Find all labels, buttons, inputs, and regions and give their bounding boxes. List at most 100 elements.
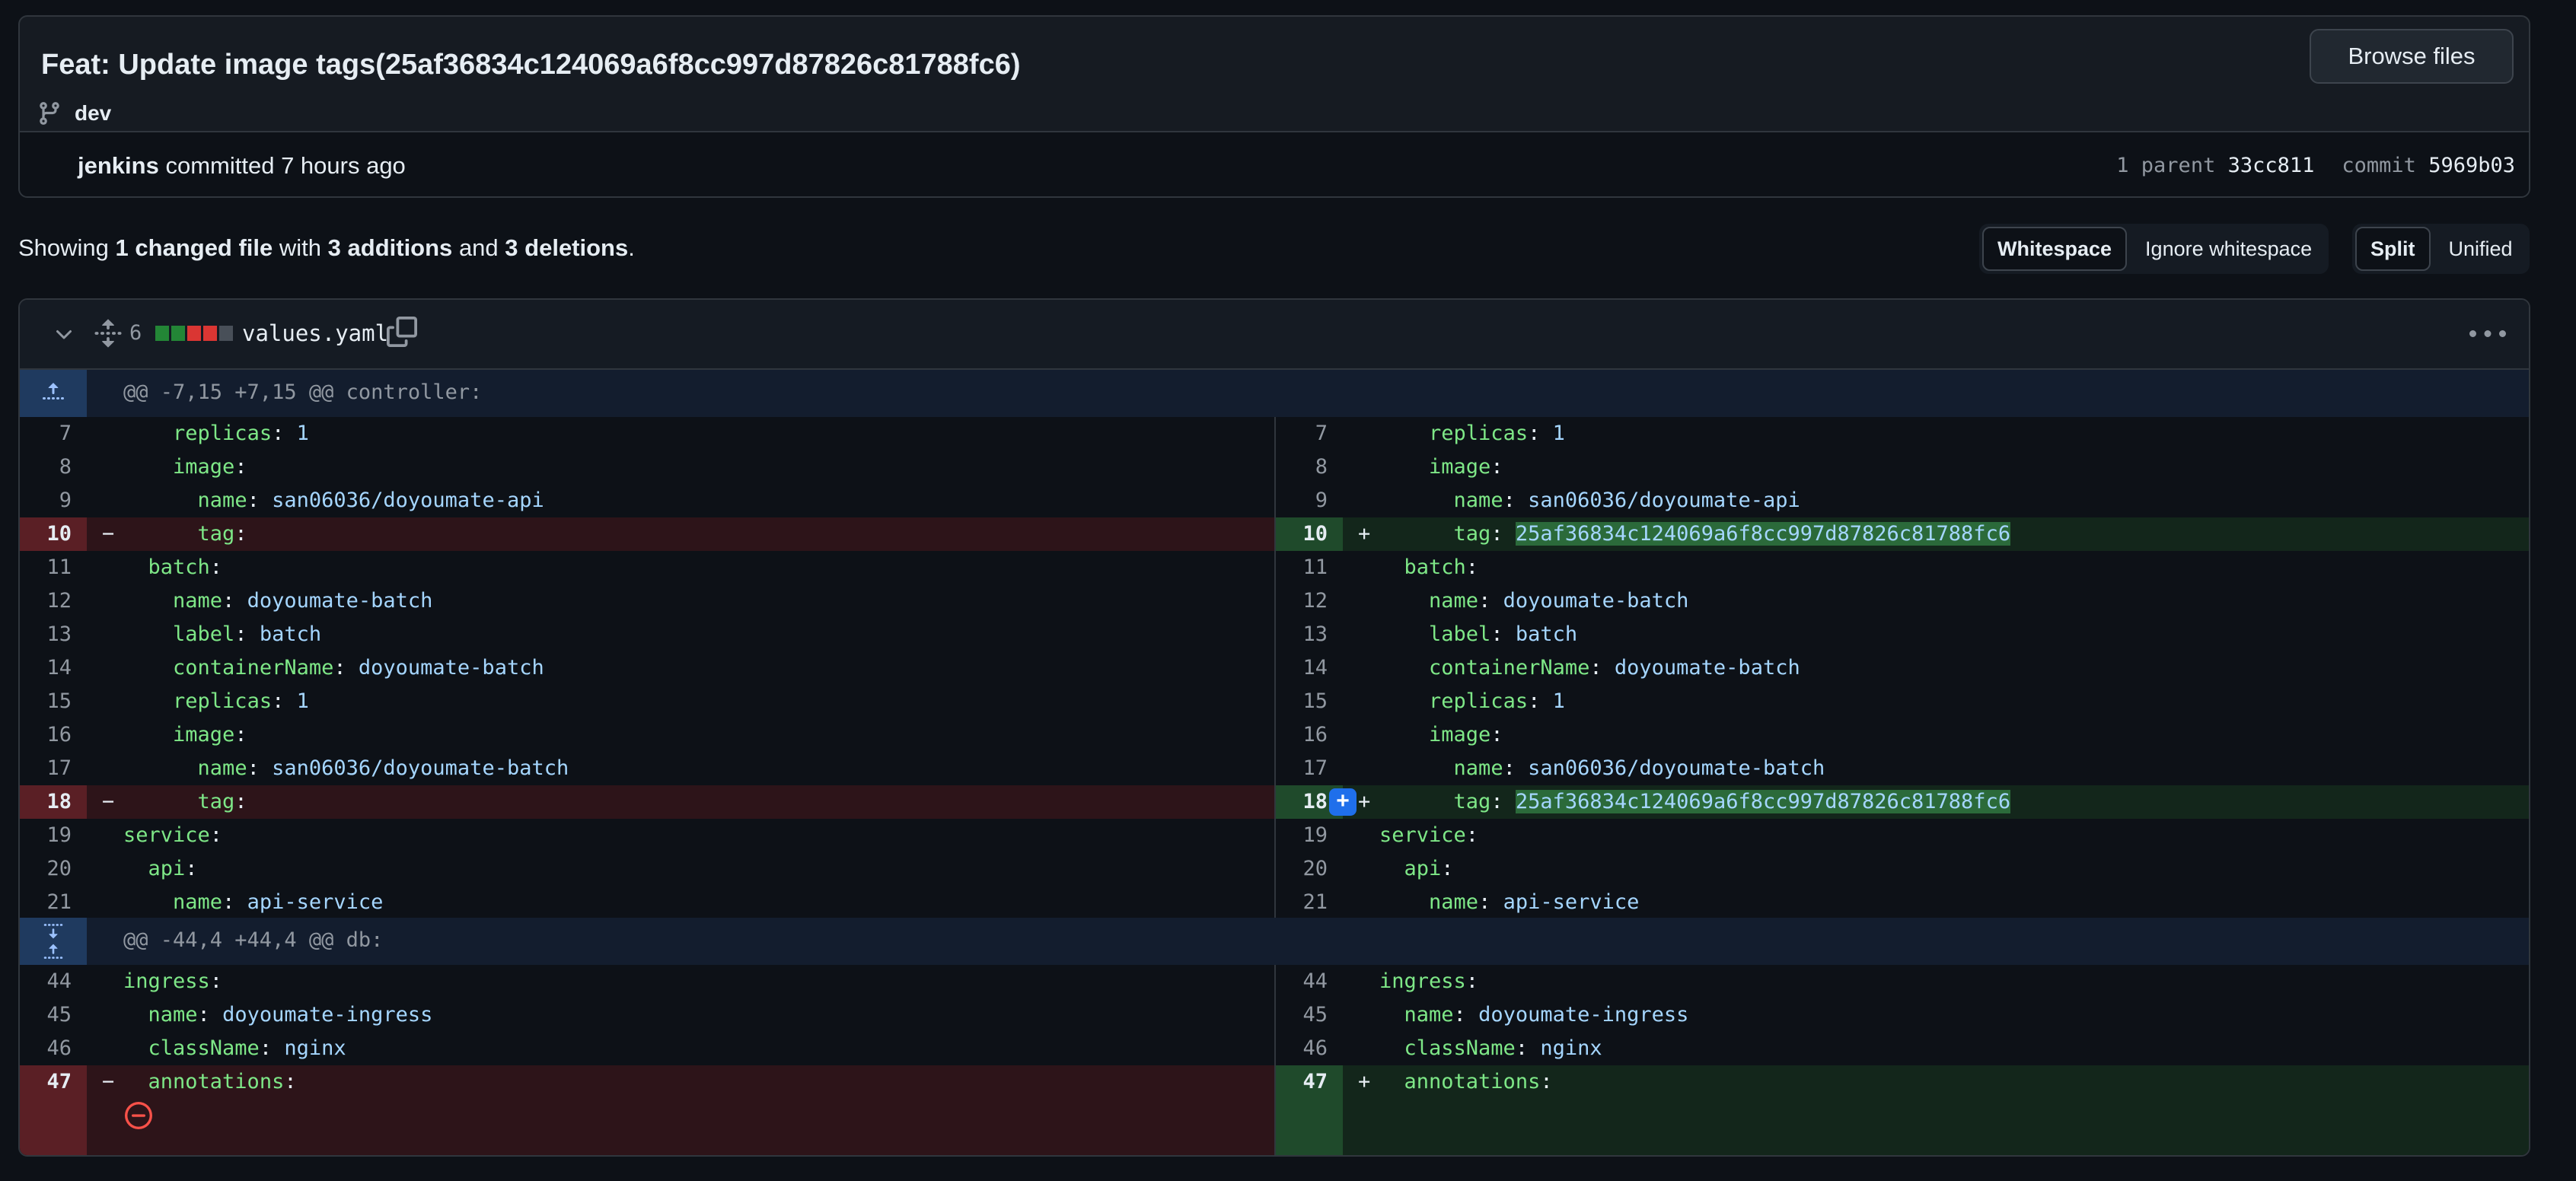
diff-line-old[interactable]: 20 api: (20, 852, 1274, 886)
line-number[interactable]: 16 (20, 718, 87, 752)
line-number[interactable]: 15 (20, 685, 87, 718)
line-number[interactable]: 11 (20, 551, 87, 584)
line-number[interactable]: 14 (1276, 651, 1343, 685)
line-number[interactable]: 44 (1276, 965, 1343, 998)
line-number[interactable]: 9 (1276, 484, 1343, 517)
line-number[interactable]: 19 (1276, 819, 1343, 852)
diff-line-old[interactable]: 11 batch: (20, 551, 1274, 584)
line-number[interactable]: 20 (20, 852, 87, 886)
diff-line-old[interactable]: 45 name: doyoumate-ingress (20, 998, 1274, 1032)
yaml-colon: : (1478, 589, 1491, 613)
line-number[interactable]: 19 (20, 819, 87, 852)
line-number[interactable]: 14 (20, 651, 87, 685)
diff-line-old[interactable]: 14 containerName: doyoumate-batch (20, 651, 1274, 685)
line-number[interactable]: 46 (20, 1032, 87, 1065)
line-number[interactable]: 16 (1276, 718, 1343, 752)
line-number[interactable]: 45 (20, 998, 87, 1032)
line-number[interactable]: 8 (1276, 450, 1343, 484)
line-number[interactable]: 21 (20, 886, 87, 919)
author-name[interactable]: jenkins (78, 152, 159, 179)
diff-line-old[interactable]: 19 service: (20, 819, 1274, 852)
commit-shas: 1 parent 33cc811 commit 5969b03 (2116, 154, 2515, 177)
ignore-whitespace-option[interactable]: Ignore whitespace (2131, 227, 2326, 271)
diff-line-new[interactable]: 46 className: nginx (1276, 1032, 2529, 1065)
diff-line-new[interactable]: 9 name: san06036/doyoumate-api (1276, 484, 2529, 517)
whitespace-option[interactable]: Whitespace (1982, 227, 2128, 271)
diff-line-old[interactable]: 18− tag: (20, 785, 1274, 819)
diff-line-old[interactable]: 8 image: (20, 450, 1274, 484)
diff-line-new[interactable]: 14 containerName: doyoumate-batch (1276, 651, 2529, 685)
line-number[interactable]: 17 (1276, 752, 1343, 785)
diff-line-new[interactable]: 19 service: (1276, 819, 2529, 852)
line-number[interactable]: 13 (1276, 618, 1343, 651)
expand-both-button[interactable] (20, 918, 87, 965)
diff-line-old[interactable]: 47− annotations: (20, 1065, 1274, 1099)
line-number[interactable]: 15 (1276, 685, 1343, 718)
line-number[interactable]: 7 (1276, 417, 1343, 450)
kebab-menu-icon[interactable] (2469, 317, 2506, 353)
parent-sha[interactable]: 33cc811 (2228, 154, 2315, 177)
diff-line-new[interactable]: 44 ingress: (1276, 965, 2529, 998)
line-number[interactable]: 9 (20, 484, 87, 517)
diff-line-new[interactable]: 15 replicas: 1 (1276, 685, 2529, 718)
diff-line-old[interactable]: 17 name: san06036/doyoumate-batch (20, 752, 1274, 785)
line-number[interactable]: 20 (1276, 852, 1343, 886)
diff-row: 14 containerName: doyoumate-batch 14 cont… (20, 651, 2529, 685)
code-text: tag: (123, 517, 247, 551)
diff-line-new[interactable]: 20 api: (1276, 852, 2529, 886)
browse-files-button[interactable]: Browse files (2310, 29, 2514, 84)
diff-line-new[interactable]: 17 name: san06036/doyoumate-batch (1276, 752, 2529, 785)
yaml-key: name (1453, 756, 1503, 780)
file-name[interactable]: values.yaml (242, 320, 388, 346)
diff-line-new[interactable]: 8 image: (1276, 450, 2529, 484)
add-comment-button[interactable]: + (1329, 788, 1357, 816)
diff-line-new[interactable]: 45 name: doyoumate-ingress (1276, 998, 2529, 1032)
line-number[interactable]: 21 (1276, 886, 1343, 919)
diff-line-old[interactable]: 12 name: doyoumate-batch (20, 584, 1274, 618)
expand-all-icon[interactable] (93, 318, 123, 349)
summary-end: . (628, 234, 635, 261)
diff-line-old[interactable]: 10− tag: (20, 517, 1274, 551)
unified-view-option[interactable]: Unified (2435, 227, 2527, 271)
line-number[interactable]: 47 (1276, 1065, 1343, 1099)
diff-line-old[interactable]: 9 name: san06036/doyoumate-api (20, 484, 1274, 517)
line-number[interactable]: 44 (20, 965, 87, 998)
split-view-option[interactable]: Split (2355, 227, 2431, 271)
diff-line-old[interactable]: 44 ingress: (20, 965, 1274, 998)
copy-icon[interactable] (387, 317, 417, 347)
line-number[interactable]: 17 (20, 752, 87, 785)
diff-line-old[interactable]: 46 className: nginx (20, 1032, 1274, 1065)
diff-line-new[interactable]: 16 image: (1276, 718, 2529, 752)
diff-line-new[interactable]: 47 + annotations: (1276, 1065, 2529, 1099)
line-number[interactable]: 47 (20, 1065, 87, 1099)
line-number[interactable]: 12 (1276, 584, 1343, 618)
branch-name[interactable]: dev (75, 101, 111, 126)
line-number[interactable]: 12 (20, 584, 87, 618)
diff-line-new[interactable]: 13 label: batch (1276, 618, 2529, 651)
diff-line-new[interactable]: 12 name: doyoumate-batch (1276, 584, 2529, 618)
line-number[interactable]: 11 (1276, 551, 1343, 584)
line-number[interactable]: 10 (1276, 517, 1343, 551)
line-number[interactable]: 7 (20, 417, 87, 450)
yaml-key: tag (1453, 790, 1491, 813)
expand-up-button[interactable] (20, 370, 87, 417)
diff-line-new[interactable]: 10 + tag: 25af36834c124069a6f8cc997d87826… (1276, 517, 2529, 551)
code-text: image: (123, 450, 247, 484)
line-number[interactable]: 10 (20, 517, 87, 551)
diff-line-new[interactable]: 7 replicas: 1 (1276, 417, 2529, 450)
diff-line-new[interactable]: 18 + tag: 25af36834c124069a6f8cc997d87826… (1276, 785, 2529, 819)
diff-line-new[interactable]: 21 name: api-service (1276, 886, 2529, 919)
diff-line-old[interactable]: 21 name: api-service (20, 886, 1274, 919)
line-number[interactable]: 45 (1276, 998, 1343, 1032)
line-number[interactable]: 13 (20, 618, 87, 651)
diff-line-old[interactable]: 7 replicas: 1 (20, 417, 1274, 450)
chevron-down-icon[interactable] (52, 323, 76, 347)
line-number[interactable]: 46 (1276, 1032, 1343, 1065)
diff-line-old[interactable]: 15 replicas: 1 (20, 685, 1274, 718)
branch-info[interactable]: dev (37, 100, 111, 126)
diff-line-old[interactable]: 16 image: (20, 718, 1274, 752)
diff-line-old[interactable]: 13 label: batch (20, 618, 1274, 651)
line-number[interactable]: 18 (20, 785, 87, 819)
diff-line-new[interactable]: 11 batch: (1276, 551, 2529, 584)
line-number[interactable]: 8 (20, 450, 87, 484)
